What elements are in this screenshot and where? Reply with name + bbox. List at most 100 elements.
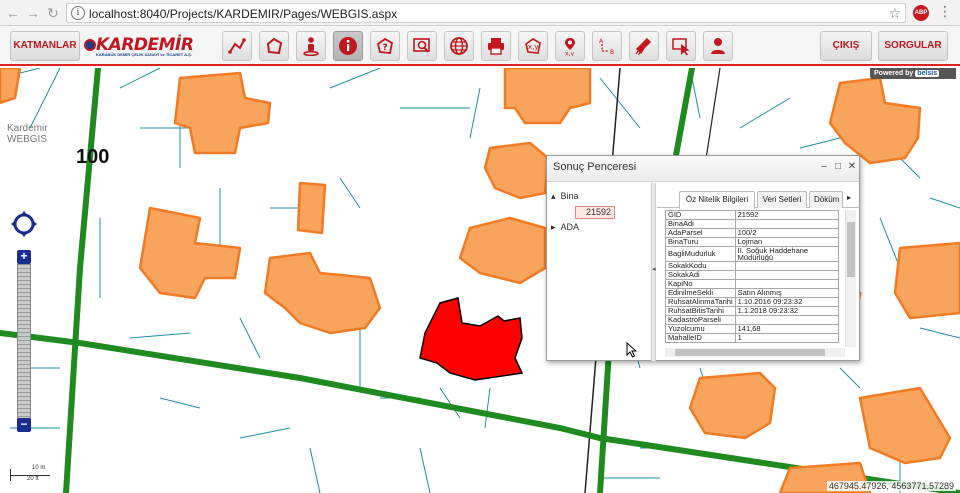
attribute-key: RuhsatAlinmaTarihi — [665, 297, 736, 307]
attribute-key: AdaParsel — [665, 228, 736, 238]
table-row[interactable]: BinaTuru Lojman — [665, 237, 840, 247]
adblock-icon[interactable]: ABP — [913, 5, 929, 21]
reload-icon[interactable]: ↻ — [44, 4, 62, 22]
table-row[interactable]: SokakKodu — [665, 261, 840, 271]
attribute-value — [734, 315, 840, 325]
attribute-key: SokakKodu — [665, 261, 736, 271]
layers-button[interactable]: KATMANLAR — [10, 31, 80, 61]
attribute-grid: GID 21592 BinaAdi AdaParsel 100/2 BinaTuru Loj… — [665, 210, 841, 347]
attribute-value: II. Soğuk Haddehane Müdürlüğü — [734, 246, 840, 262]
forward-icon[interactable]: → — [24, 4, 42, 22]
table-row[interactable]: AdaParsel 100/2 — [665, 228, 840, 238]
attribute-value — [734, 270, 840, 280]
attribute-value: 141,68 — [734, 324, 840, 334]
tree-node-label: ADA — [560, 222, 580, 232]
xy-pin-icon: x,y — [565, 38, 575, 56]
address-bar[interactable]: i localhost:8040/Projects/KARDEMIR/Pages… — [66, 3, 906, 23]
result-window[interactable]: Sonuç Penceresi – □ ✕ ▴ Bina 21592 ▸ ADA… — [546, 155, 860, 361]
result-window-title[interactable]: Sonuç Penceresi — [547, 156, 859, 182]
attribute-value — [734, 279, 840, 289]
pick-xy-button[interactable]: x,y — [555, 31, 585, 61]
print-button[interactable] — [481, 31, 511, 61]
attribute-key: SokakAdi — [665, 270, 736, 280]
clear-button[interactable] — [629, 31, 659, 61]
user-button[interactable] — [703, 31, 733, 61]
result-tree: ▴ Bina 21592 ▸ ADA — [551, 188, 646, 358]
info-icon[interactable]: i — [71, 6, 85, 20]
grid-horizontal-scrollbar[interactable] — [665, 348, 845, 357]
grid-vertical-scrollbar[interactable] — [845, 210, 856, 347]
table-row[interactable]: MahalleID 1 — [665, 333, 840, 343]
maximize-icon[interactable]: □ — [833, 161, 843, 172]
attribute-key: BagliMudurluk — [665, 246, 736, 262]
mouse-coordinates: 467945.47926, 4563771.57289 — [826, 481, 956, 491]
exit-button[interactable]: ÇIKIŞ — [820, 31, 872, 61]
tree-selected-item[interactable]: 21592 — [575, 206, 615, 219]
address-url[interactable]: localhost:8040/Projects/KARDEMIR/Pages/W… — [89, 7, 397, 21]
zoom-out-button[interactable]: − — [17, 418, 31, 432]
tab-scroll-right-icon[interactable]: ▸ — [847, 193, 851, 202]
table-row[interactable]: BagliMudurluk II. Soğuk Haddehane Müdürlü… — [665, 246, 840, 262]
zoom-window-button[interactable] — [407, 31, 437, 61]
table-row[interactable]: SokakAdi — [665, 270, 840, 280]
broom-icon — [635, 38, 651, 56]
xy-icon: x,y — [525, 38, 541, 54]
table-row[interactable]: EdinilmeSekli Satın Alınmış — [665, 288, 840, 298]
attribute-value: 1 — [734, 333, 840, 343]
table-row[interactable]: KapiNo — [665, 279, 840, 289]
printer-icon — [488, 38, 504, 55]
table-row[interactable]: RuhsatBitisTarihi 1.1.2018 09:23:32 — [665, 306, 840, 316]
select-button[interactable] — [666, 31, 696, 61]
attribute-key: GID — [665, 210, 736, 220]
powered-by-badge: Powered by belsis — [870, 68, 956, 79]
attribute-value: 1.1.2018 09:23:32 — [734, 306, 840, 316]
powered-by-brand: belsis — [915, 70, 940, 77]
distance-ab-button[interactable]: AB — [592, 31, 622, 61]
table-row[interactable]: GID 21592 — [665, 210, 840, 220]
zoom-rect-icon — [413, 38, 430, 53]
kardemir-logo: KARDEMİR KARABÜK DEMİR ÇELİK SANAYİ ve T… — [84, 35, 196, 59]
table-row[interactable]: RuhsatAlinmaTarihi 1.10.2016 09:23:32 — [665, 297, 840, 307]
street-view-button[interactable] — [296, 31, 326, 61]
tab-datasets[interactable]: Veri Setleri — [757, 191, 807, 208]
attribute-value: 100/2 — [734, 228, 840, 238]
svg-text:x,y: x,y — [528, 43, 539, 51]
map-title-line1: Kardemir — [7, 123, 48, 134]
measure-area-button[interactable] — [259, 31, 289, 61]
queries-button[interactable]: SORGULAR — [878, 31, 948, 61]
tree-node-bina[interactable]: ▴ Bina — [551, 190, 579, 202]
goto-xy-button[interactable]: x,y — [518, 31, 548, 61]
table-row[interactable]: BinaAdi — [665, 219, 840, 229]
attribute-value — [734, 219, 840, 229]
zoom-control: + − — [10, 210, 38, 432]
selected-building[interactable] — [419, 297, 524, 381]
collapse-left-icon[interactable]: ◂ — [652, 265, 656, 273]
table-row[interactable]: Yuzolcumu 141,68 — [665, 324, 840, 334]
close-icon[interactable]: ✕ — [847, 161, 857, 172]
minimize-icon[interactable]: – — [819, 161, 829, 172]
bookmark-star-icon[interactable]: ☆ — [888, 5, 901, 22]
tree-node-ada[interactable]: ▸ ADA — [551, 221, 579, 233]
attribute-key: EdinilmeSekli — [665, 288, 736, 298]
zoom-slider[interactable] — [17, 264, 31, 422]
query-help-button[interactable]: ? — [370, 31, 400, 61]
panel-splitter[interactable]: ◂ — [651, 183, 656, 361]
table-row[interactable]: KadastroParseli — [665, 315, 840, 325]
scale-bar-feet: 20 ft — [27, 476, 39, 482]
identify-button[interactable] — [333, 31, 363, 61]
zoom-in-button[interactable]: + — [17, 250, 31, 264]
svg-text:B: B — [610, 49, 614, 56]
back-icon[interactable]: ← — [4, 4, 22, 22]
pan-control-icon[interactable] — [10, 210, 38, 238]
attribute-value: Lojman — [734, 237, 840, 247]
attribute-key: RuhsatBitisTarihi — [665, 306, 736, 316]
measure-line-icon — [228, 38, 246, 54]
browser-menu-icon[interactable]: ⋮ — [938, 3, 952, 20]
measure-line-button[interactable] — [222, 31, 252, 61]
attribute-key: BinaTuru — [665, 237, 736, 247]
tab-attributes[interactable]: Öz Nitelik Bilgileri — [679, 191, 755, 209]
attribute-value: 1.10.2016 09:23:32 — [734, 297, 840, 307]
tab-dump[interactable]: Döküm — [809, 191, 843, 208]
globe-button[interactable] — [444, 31, 474, 61]
scale-bar-meters: 10 m — [32, 465, 46, 471]
